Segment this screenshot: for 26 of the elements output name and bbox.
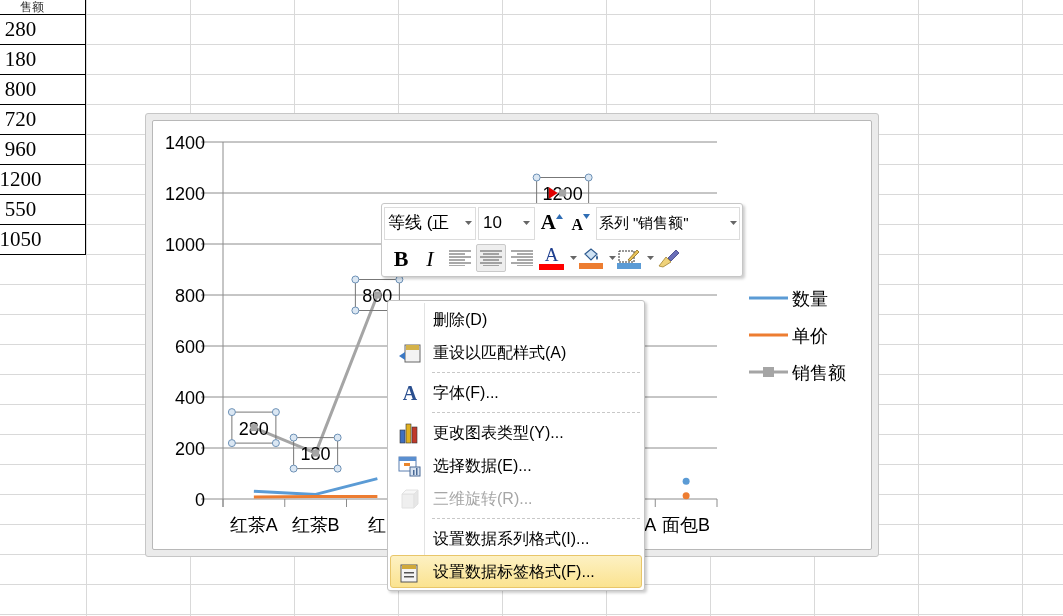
font-icon: A [402, 382, 418, 403]
legend-label: 销售额 [792, 363, 846, 383]
table-cell: 180 [0, 45, 86, 75]
axis-tick-label: 0 [195, 490, 205, 510]
column-header: 售额 [0, 0, 86, 15]
axis-tick-label: 1000 [164, 235, 205, 255]
cut-axis-label: A [644, 515, 657, 535]
axis-tick-label: 200 [174, 439, 205, 459]
table-cell: 800 [0, 75, 86, 105]
table-cell: 1200 [0, 165, 86, 195]
table-cell: 960 [0, 135, 86, 165]
table-cell: 720 [0, 105, 86, 135]
legend-label: 单价 [792, 326, 828, 346]
axis-category-label: 红 [368, 515, 387, 535]
table-cell: 550 [0, 195, 86, 225]
axis-tick-label: 400 [174, 388, 205, 408]
axis-category-label: 红茶A [229, 515, 278, 535]
table-cell: 280 [0, 15, 86, 45]
axis-tick-label: 1400 [164, 133, 205, 153]
axis-category-label: 红茶B [291, 515, 340, 535]
axis-tick-label: 1200 [164, 184, 205, 204]
axis-tick-label: 800 [174, 286, 205, 306]
legend-label: 数量 [792, 289, 828, 309]
axis-category-label: 面包B [662, 515, 711, 535]
axis-tick-label: 600 [174, 337, 205, 357]
table-cell: 1050 [0, 225, 86, 255]
